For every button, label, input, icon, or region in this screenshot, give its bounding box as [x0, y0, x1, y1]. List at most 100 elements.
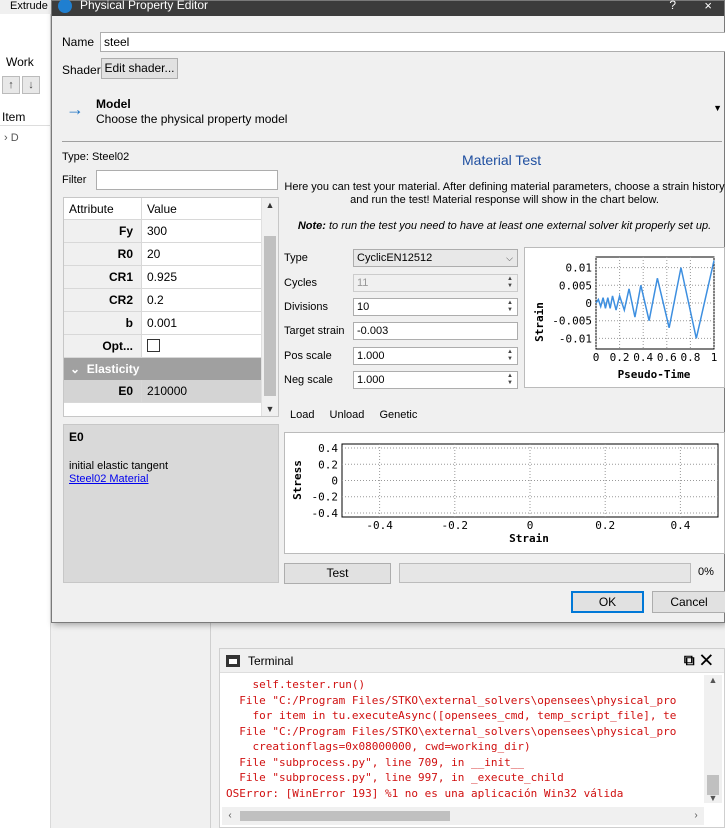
tab-load[interactable]: Load	[290, 409, 314, 421]
test-type-label: Type	[284, 252, 308, 264]
table-row[interactable]: Opt...	[64, 335, 278, 358]
scroll-thumb[interactable]	[240, 811, 450, 821]
y-tick-label: -0.01	[559, 332, 592, 345]
ok-button[interactable]: OK	[571, 591, 644, 613]
scroll-down-icon[interactable]: ▼	[704, 793, 722, 803]
cycles-input: 11 ▲ ▼	[353, 274, 518, 292]
neg-scale-label: Neg scale	[284, 374, 333, 386]
scroll-up-icon[interactable]: ▲	[262, 200, 278, 210]
cancel-button[interactable]: Cancel	[652, 591, 725, 613]
table-row[interactable]: CR1 0.925	[64, 266, 278, 289]
y-tick-label: 0.2	[318, 458, 338, 471]
name-label: Name	[62, 35, 95, 49]
x-tick-label: 0	[527, 519, 534, 532]
attribute-table: Attribute Value Fy 300 R0 20 CR1 0.925 CR2 0…	[63, 197, 279, 417]
test-tabs: Load Unload Genetic	[290, 409, 429, 421]
scroll-right-icon[interactable]: ›	[688, 807, 704, 825]
table-scrollbar[interactable]: ▲ ▼	[261, 198, 278, 416]
attr-value[interactable]: 0.2	[142, 289, 278, 311]
table-row[interactable]: R0 20	[64, 243, 278, 266]
x-tick-label: -0.2	[442, 519, 469, 532]
attr-key: Fy	[64, 220, 142, 242]
app-logo-icon	[58, 0, 72, 13]
table-row[interactable]: E0 210000	[64, 380, 278, 403]
x-axis-label: Strain	[509, 532, 549, 545]
spinner-icon[interactable]: ▲ ▼	[504, 300, 516, 314]
scroll-up-icon[interactable]: ▲	[704, 675, 722, 685]
divider	[62, 141, 722, 142]
edit-shader-button[interactable]: Edit shader...	[101, 58, 178, 79]
terminal-controls: ⧉✕	[684, 652, 718, 669]
test-button[interactable]: Test	[284, 563, 391, 584]
spinner-icon[interactable]: ▲ ▼	[504, 373, 516, 387]
attr-key: R0	[64, 243, 142, 265]
group-row-elasticity[interactable]: ⌄ Elasticity	[64, 358, 278, 380]
tab-extrude[interactable]: Extrude	[0, 0, 51, 14]
scroll-left-icon[interactable]: ‹	[222, 807, 238, 825]
divisions-label: Divisions	[284, 301, 329, 313]
shader-label: Shader	[62, 63, 101, 77]
attr-value[interactable]: 300	[142, 220, 278, 242]
workspace-panel-label: Work	[6, 55, 34, 69]
x-tick-label: 0.4	[670, 519, 690, 532]
close-button[interactable]: ×	[704, 0, 712, 13]
physical-property-editor-dialog: Physical Property Editor ? × Name steel …	[51, 0, 725, 623]
dropdown-arrow-icon[interactable]: ▼	[713, 103, 722, 113]
close-icon[interactable]: ✕	[701, 652, 718, 669]
x-tick-label: -0.4	[366, 519, 393, 532]
name-input[interactable]: steel	[100, 32, 725, 52]
attr-key: b	[64, 312, 142, 334]
terminal-line: File "C:/Program Files/STKO\external_sol…	[226, 693, 677, 707]
table-row[interactable]: b 0.001	[64, 312, 278, 335]
tab-genetic[interactable]: Genetic	[379, 409, 417, 421]
float-icon[interactable]: ⧉	[684, 652, 701, 669]
tree-item[interactable]: › D	[0, 128, 51, 148]
arrow-down-icon[interactable]: ↓	[22, 76, 40, 94]
y-axis-label: Stress	[291, 460, 304, 500]
terminal-header: Terminal ⧉✕	[220, 649, 724, 673]
terminal-horizontal-scrollbar[interactable]: ‹ ›	[222, 807, 704, 825]
terminal-icon	[226, 654, 240, 667]
cycles-label: Cycles	[284, 277, 318, 289]
description-title: E0	[69, 430, 84, 444]
column-header-attribute: Attribute	[64, 198, 142, 219]
spinner-icon: ▲ ▼	[507, 276, 513, 289]
opt-checkbox[interactable]	[147, 339, 160, 353]
tab-unload[interactable]: Unload	[330, 409, 365, 421]
filter-input[interactable]	[96, 170, 278, 190]
model-selector[interactable]: → Model Choose the physical property mod…	[66, 93, 725, 137]
terminal-vertical-scrollbar[interactable]: ▲ ▼	[704, 675, 722, 803]
tree-view[interactable]: › D	[0, 128, 51, 148]
pos-scale-label: Pos scale	[284, 350, 332, 362]
attr-value[interactable]: 0.001	[142, 312, 278, 334]
scroll-down-icon[interactable]: ▼	[262, 404, 278, 414]
x-tick-label: 0.8	[680, 351, 700, 364]
y-tick-label: 0	[585, 297, 592, 310]
attr-value[interactable]: 20	[142, 243, 278, 265]
neg-scale-input[interactable]: 1.000 ▲ ▼	[353, 371, 518, 389]
divisions-input[interactable]: 10 ▲ ▼	[353, 298, 518, 316]
pos-scale-input[interactable]: 1.000 ▲ ▼	[353, 347, 518, 365]
scroll-thumb[interactable]	[264, 236, 276, 396]
attr-value[interactable]: 0.925	[142, 266, 278, 288]
arrow-up-icon[interactable]: ↑	[2, 76, 20, 94]
scroll-thumb[interactable]	[707, 775, 719, 795]
y-tick-label: 0.01	[566, 262, 593, 275]
arrow-right-icon: →	[66, 99, 84, 119]
test-type-select[interactable]: CyclicEN12512 ⌵	[353, 249, 518, 267]
target-strain-input[interactable]: -0.003	[353, 322, 518, 340]
spinner-icon[interactable]: ▲ ▼	[504, 349, 516, 363]
help-button[interactable]: ?	[669, 0, 676, 12]
attr-value[interactable]: 210000	[142, 380, 278, 402]
y-tick-label: 0	[331, 475, 338, 488]
y-tick-label: -0.005	[552, 315, 592, 328]
table-header: Attribute Value	[64, 198, 278, 220]
attr-key: CR2	[64, 289, 142, 311]
table-row[interactable]: Fy 300	[64, 220, 278, 243]
table-row[interactable]: CR2 0.2	[64, 289, 278, 312]
x-tick-label: 0	[593, 351, 600, 364]
material-doc-link[interactable]: Steel02 Material	[69, 473, 149, 485]
dialog-titlebar[interactable]: Physical Property Editor ? ×	[52, 0, 724, 16]
attr-value	[142, 335, 278, 357]
material-test-intro: Here you can test your material. After d…	[284, 181, 725, 206]
